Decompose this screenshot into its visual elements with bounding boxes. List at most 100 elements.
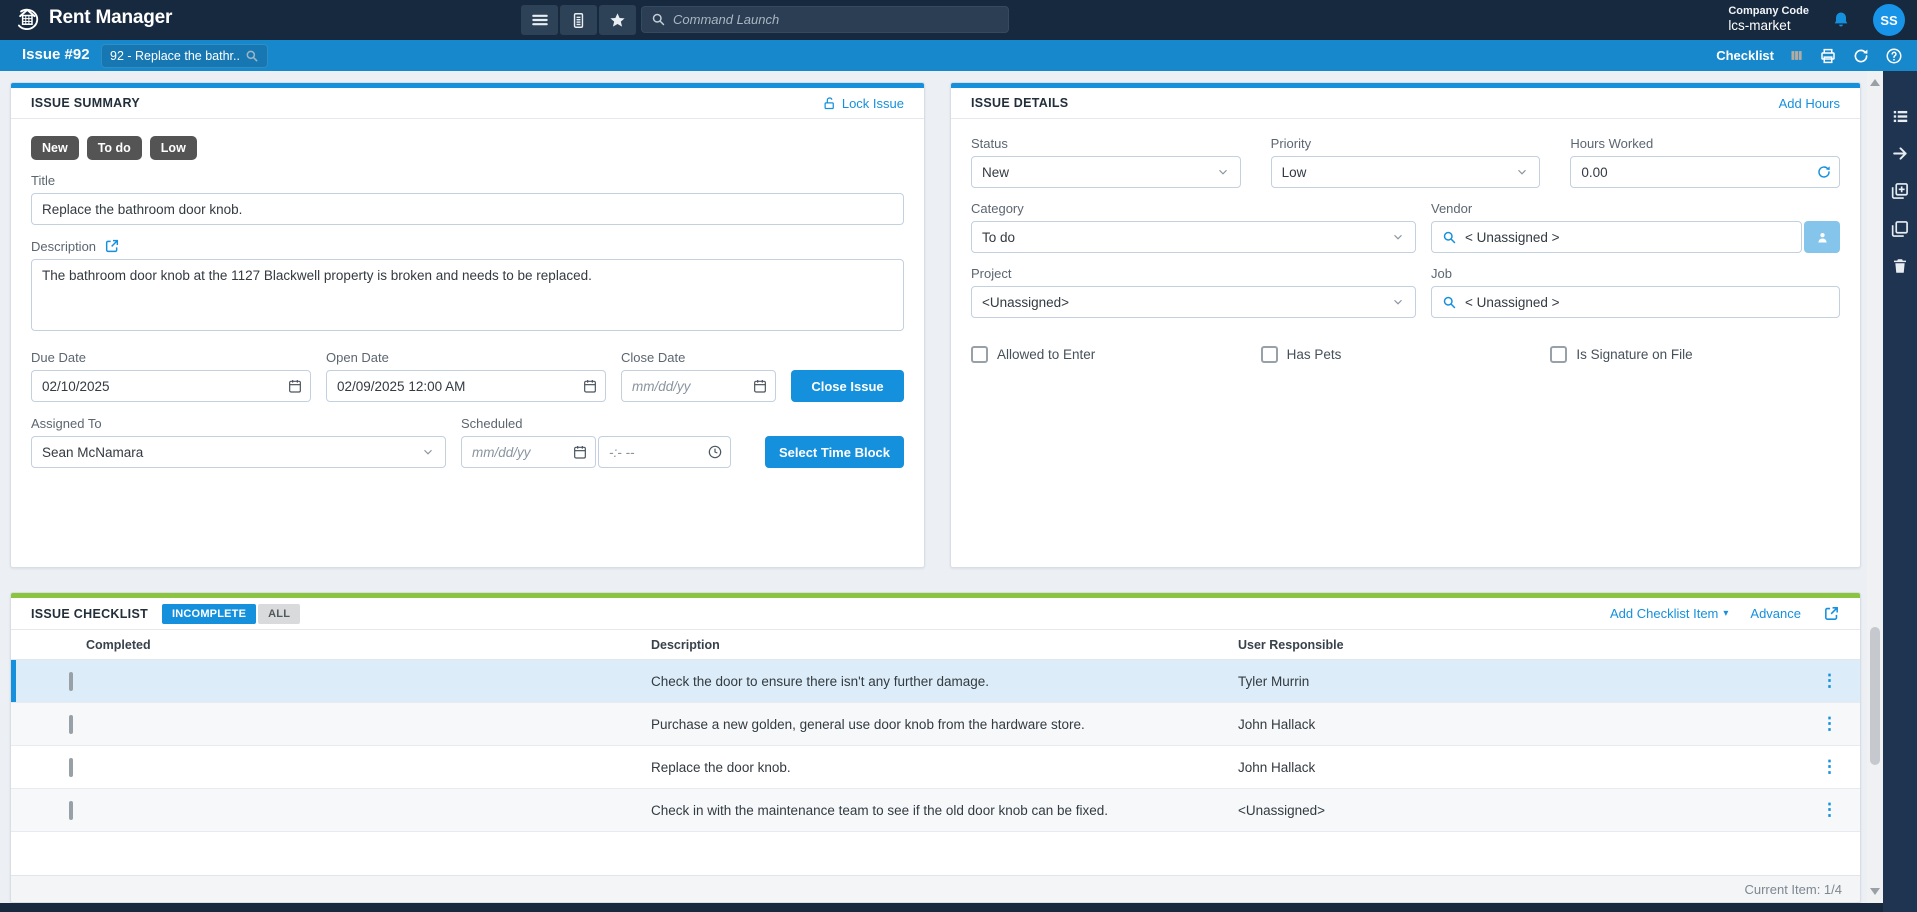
table-row[interactable]: Purchase a new golden, general use door …: [11, 703, 1860, 746]
is-signature-on-file-checkbox[interactable]: Is Signature on File: [1550, 346, 1840, 363]
row-checkbox[interactable]: [69, 801, 73, 820]
status-select[interactable]: New: [971, 156, 1241, 188]
device-list-icon: [569, 11, 588, 30]
user-avatar[interactable]: SS: [1873, 4, 1905, 36]
checkbox-box[interactable]: [971, 346, 988, 363]
current-item-counter: Current Item: 1/4: [1744, 882, 1842, 897]
issue-checklist-panel: ISSUE CHECKLIST INCOMPLETE ALL Add Check…: [10, 592, 1861, 903]
favorites-button[interactable]: [599, 5, 636, 35]
command-launch-search[interactable]: [641, 6, 1009, 33]
copy-add-icon[interactable]: [1890, 181, 1910, 201]
issue-selector-dropdown[interactable]: 92 - Replace the bathr...: [101, 44, 268, 68]
go-to-arrow-icon[interactable]: [1891, 144, 1910, 163]
issue-details-title: ISSUE DETAILS: [971, 96, 1068, 110]
close-date-label: Close Date: [621, 350, 776, 365]
row-menu-kebab-icon[interactable]: ⋮: [1799, 714, 1860, 734]
lock-issue-link[interactable]: Lock Issue: [822, 96, 904, 111]
has-pets-checkbox[interactable]: Has Pets: [1261, 346, 1551, 363]
select-time-block-button[interactable]: Select Time Block: [765, 436, 904, 468]
vendor-lookup[interactable]: < Unassigned >: [1431, 221, 1802, 253]
priority-label: Priority: [1271, 136, 1541, 151]
add-checklist-item-dropdown[interactable]: Add Checklist Item ▾: [1610, 606, 1728, 621]
trash-icon[interactable]: [1891, 257, 1909, 275]
duplicate-icon[interactable]: [1890, 219, 1910, 239]
add-hours-link[interactable]: Add Hours: [1779, 96, 1840, 111]
hours-worked-input[interactable]: [1570, 156, 1840, 188]
row-menu-kebab-icon[interactable]: ⋮: [1799, 757, 1860, 777]
job-label: Job: [1431, 266, 1840, 281]
column-user-responsible: User Responsible: [1228, 638, 1799, 652]
priority-select[interactable]: Low: [1271, 156, 1541, 188]
refresh-icon[interactable]: [1852, 47, 1870, 65]
assigned-to-select[interactable]: Sean McNamara: [31, 436, 446, 468]
table-row[interactable]: Check in with the maintenance team to se…: [11, 789, 1860, 832]
chevron-down-icon: [1391, 295, 1405, 309]
clock-icon[interactable]: [707, 444, 723, 460]
checklist-columns-icon[interactable]: [1789, 48, 1804, 63]
row-checkbox[interactable]: [69, 715, 73, 734]
recalculate-icon[interactable]: [1816, 164, 1832, 180]
checklist-rows: Check the door to ensure there isn't any…: [11, 660, 1860, 832]
row-user-responsible: John Hallack: [1228, 717, 1799, 732]
column-completed: Completed: [11, 638, 641, 652]
issue-details-panel: ISSUE DETAILS Add Hours Status New Prior…: [950, 82, 1861, 568]
table-row[interactable]: Check the door to ensure there isn't any…: [11, 660, 1860, 703]
scroll-down-arrow[interactable]: [1870, 888, 1880, 895]
category-select[interactable]: To do: [971, 221, 1416, 253]
main-menu-button[interactable]: [521, 5, 558, 35]
scrollbar-thumb[interactable]: [1870, 627, 1880, 765]
issue-selector-value: 92 - Replace the bathr...: [110, 49, 239, 63]
app-logo[interactable]: Rent Manager: [12, 4, 172, 32]
row-menu-kebab-icon[interactable]: ⋮: [1799, 800, 1860, 820]
vendor-contact-button[interactable]: [1804, 221, 1840, 253]
print-icon[interactable]: [1819, 47, 1837, 65]
open-date-input[interactable]: [326, 370, 606, 402]
unlock-icon: [822, 96, 837, 111]
checkbox-box[interactable]: [1550, 346, 1567, 363]
vertical-scrollbar[interactable]: [1867, 71, 1883, 903]
company-code-label: Company Code: [1728, 5, 1809, 19]
help-icon[interactable]: [1885, 47, 1903, 65]
tab-incomplete[interactable]: INCOMPLETE: [162, 604, 256, 624]
due-date-label: Due Date: [31, 350, 311, 365]
calendar-icon[interactable]: [572, 444, 588, 460]
issue-summary-panel: ISSUE SUMMARY Lock Issue New To do Low T…: [10, 82, 925, 568]
row-checkbox[interactable]: [69, 672, 73, 691]
allowed-to-enter-checkbox[interactable]: Allowed to Enter: [971, 346, 1261, 363]
rent-manager-house-icon: [12, 4, 42, 32]
tab-all[interactable]: ALL: [258, 604, 300, 624]
open-in-new-icon[interactable]: [1823, 605, 1840, 622]
calendar-icon[interactable]: [287, 378, 303, 394]
checklist-footer: Current Item: 1/4: [11, 875, 1860, 902]
search-icon[interactable]: [245, 49, 259, 63]
notifications-bell-icon[interactable]: [1831, 10, 1851, 30]
command-launch-input[interactable]: [673, 12, 999, 27]
description-textarea[interactable]: The bathroom door knob at the 1127 Black…: [31, 259, 904, 331]
calendar-icon[interactable]: [582, 378, 598, 394]
open-in-new-icon[interactable]: [104, 238, 120, 254]
project-select[interactable]: <Unassigned>: [971, 286, 1416, 318]
project-label: Project: [971, 266, 1416, 281]
row-user-responsible: John Hallack: [1228, 760, 1799, 775]
close-issue-button[interactable]: Close Issue: [791, 370, 904, 402]
row-menu-kebab-icon[interactable]: ⋮: [1799, 671, 1860, 691]
chevron-down-icon: [1216, 165, 1230, 179]
title-input[interactable]: [31, 193, 904, 225]
table-row[interactable]: Replace the door knob. John Hallack ⋮: [11, 746, 1860, 789]
row-checkbox[interactable]: [69, 758, 73, 777]
main-content: ISSUE SUMMARY Lock Issue New To do Low T…: [0, 71, 1867, 903]
recent-list-button[interactable]: [560, 5, 597, 35]
calendar-icon[interactable]: [752, 378, 768, 394]
scroll-up-arrow[interactable]: [1870, 79, 1880, 86]
job-lookup[interactable]: < Unassigned >: [1431, 286, 1840, 318]
due-date-input[interactable]: [31, 370, 311, 402]
checklist-toggle-label[interactable]: Checklist: [1716, 48, 1774, 63]
item-list-icon[interactable]: [1891, 107, 1910, 126]
checkbox-box[interactable]: [1261, 346, 1278, 363]
person-icon: [1815, 230, 1830, 245]
vendor-label: Vendor: [1431, 201, 1840, 216]
chevron-down-icon: [1515, 165, 1529, 179]
open-date-label: Open Date: [326, 350, 606, 365]
status-label: Status: [971, 136, 1241, 151]
advance-link[interactable]: Advance: [1750, 606, 1801, 621]
